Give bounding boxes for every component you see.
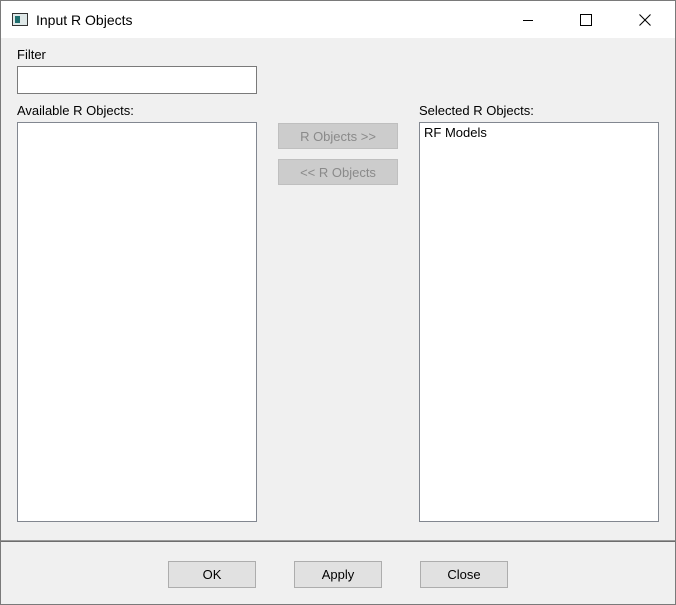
title-bar[interactable]: Input R Objects [1, 1, 675, 38]
maximize-button[interactable] [557, 1, 615, 38]
filter-label: Filter [17, 47, 46, 62]
maximize-icon [580, 13, 592, 26]
ok-button[interactable]: OK [168, 561, 256, 588]
close-icon [639, 13, 651, 26]
app-icon [12, 13, 28, 26]
close-button[interactable]: Close [420, 561, 508, 588]
apply-button[interactable]: Apply [294, 561, 382, 588]
minimize-icon [523, 19, 533, 21]
available-objects-label: Available R Objects: [17, 103, 134, 118]
footer-separator [1, 540, 675, 542]
selected-objects-label: Selected R Objects: [419, 103, 534, 118]
window-title: Input R Objects [36, 12, 133, 28]
selected-objects-list[interactable]: RF Models [419, 122, 659, 522]
close-window-button[interactable] [616, 1, 674, 38]
remove-objects-button[interactable]: << R Objects [278, 159, 398, 185]
available-objects-list[interactable] [17, 122, 257, 522]
dialog-window: Input R Objects Filter Available R Objec… [0, 0, 676, 605]
filter-input[interactable] [17, 66, 257, 94]
minimize-button[interactable] [499, 1, 557, 38]
list-item[interactable]: RF Models [420, 123, 658, 143]
add-objects-button[interactable]: R Objects >> [278, 123, 398, 149]
